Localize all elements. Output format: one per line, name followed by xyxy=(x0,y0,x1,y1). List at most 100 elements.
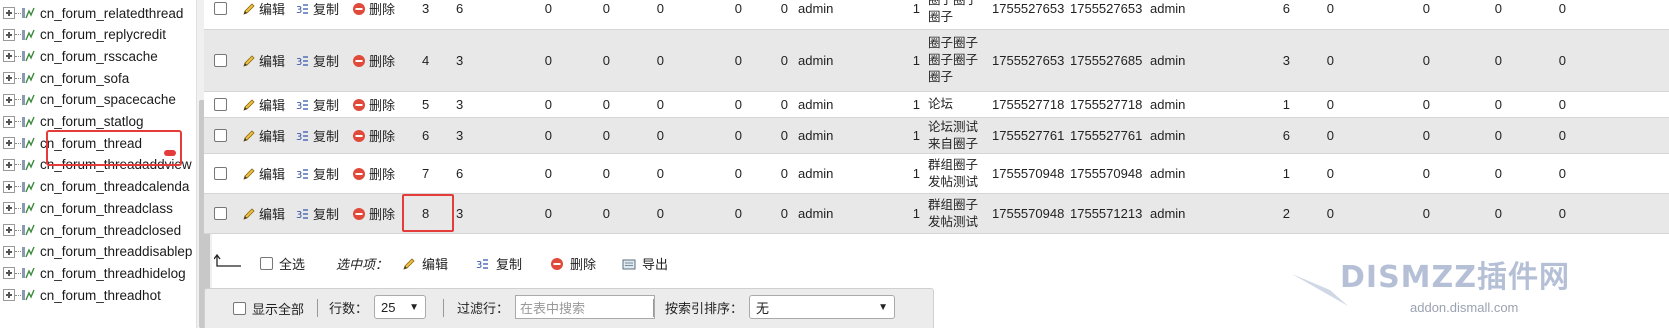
row-checkbox[interactable] xyxy=(214,54,227,67)
edit-button[interactable]: 编辑 xyxy=(242,126,285,145)
expand-icon[interactable] xyxy=(3,28,15,41)
cell-subject: 群组圈子发帖测试 xyxy=(928,197,979,229)
copy-button[interactable]: 3 复制 xyxy=(296,0,339,18)
table-icon xyxy=(22,137,35,149)
cell-c3: 0 xyxy=(656,128,664,143)
cell-c9: 0 xyxy=(1422,128,1430,143)
delete-button[interactable]: 删除 xyxy=(352,164,395,183)
delete-button[interactable]: 删除 xyxy=(352,126,395,145)
nav-tree-item[interactable]: cn_forum_relatedthread xyxy=(0,2,196,24)
row-checkbox[interactable] xyxy=(214,2,227,15)
cell-author: admin xyxy=(798,1,834,16)
show-all-checkbox[interactable] xyxy=(233,302,246,315)
nav-tree-item[interactable]: cn_forum_sofa xyxy=(0,67,196,89)
nav-tree-item[interactable]: cn_forum_threadclosed xyxy=(0,219,196,241)
expand-icon[interactable] xyxy=(3,115,15,128)
expand-icon[interactable] xyxy=(3,93,15,106)
expand-icon[interactable] xyxy=(3,180,15,193)
filter-input[interactable]: 在表中搜索 xyxy=(515,295,656,319)
select-all-checkbox[interactable] xyxy=(260,257,273,270)
delete-button[interactable]: 删除 xyxy=(352,95,395,114)
nav-tree-item[interactable]: cn_forum_threadclass xyxy=(0,197,196,219)
expand-icon[interactable] xyxy=(3,158,15,171)
nav-tree-item[interactable]: cn_forum_threadhot xyxy=(0,284,196,306)
show-all-toggle[interactable]: 显示全部 xyxy=(233,299,304,318)
sort-label: 按索引排序： xyxy=(665,300,744,316)
row-checkbox[interactable] xyxy=(214,167,227,180)
cell-c2: 0 xyxy=(602,206,610,221)
row-checkbox[interactable] xyxy=(214,129,227,142)
nav-tree-item[interactable]: cn_forum_threaddisablep xyxy=(0,241,196,263)
table-icon xyxy=(22,246,35,257)
cell-c4: 0 xyxy=(734,53,742,68)
row-checkbox[interactable] xyxy=(214,207,227,220)
edit-button[interactable]: 编辑 xyxy=(242,0,285,18)
cell-c8: 0 xyxy=(1326,97,1334,112)
cell-c6: 1 xyxy=(912,1,920,16)
cell-c8: 0 xyxy=(1326,206,1334,221)
pencil-icon xyxy=(243,129,255,142)
edit-button[interactable]: 编辑 xyxy=(242,95,285,114)
nav-tree-item[interactable]: cn_forum_replycredit xyxy=(0,24,196,46)
copy-button[interactable]: 3 复制 xyxy=(296,164,339,183)
nav-tree-item[interactable]: cn_forum_threadhidelog xyxy=(0,262,196,284)
expand-icon[interactable] xyxy=(3,202,15,215)
expand-icon[interactable] xyxy=(3,72,15,85)
cell-c3: 0 xyxy=(656,1,664,16)
cell-c7: 1 xyxy=(1282,97,1290,112)
filter-label: 过滤行： xyxy=(457,300,510,316)
cell-dateline: 1755527718 xyxy=(992,97,1065,112)
bulk-export-button[interactable]: 导出 xyxy=(622,254,668,273)
cell-c2: 0 xyxy=(602,53,610,68)
cell-c4: 0 xyxy=(734,206,742,221)
cell-c2: 0 xyxy=(602,1,610,16)
copy-icon: 3 xyxy=(296,130,308,143)
cell-c6: 1 xyxy=(912,166,920,181)
nav-tree-item[interactable]: cn_forum_threadcalenda xyxy=(0,176,196,198)
expand-icon[interactable] xyxy=(3,137,15,150)
expand-icon[interactable] xyxy=(3,289,15,302)
select-all-toggle[interactable]: 全选 xyxy=(260,254,305,273)
nav-tree-label: cn_forum_threadclass xyxy=(40,200,173,216)
bulk-copy-button[interactable]: 3 复制 xyxy=(476,254,522,273)
edit-button[interactable]: 编辑 xyxy=(242,51,285,70)
nav-tree-item[interactable]: cn_forum_spacecache xyxy=(0,89,196,111)
select-all-label: 全选 xyxy=(279,257,306,272)
expand-icon[interactable] xyxy=(3,7,15,19)
delete-button[interactable]: 删除 xyxy=(352,51,395,70)
edit-button[interactable]: 编辑 xyxy=(242,164,285,183)
copy-button[interactable]: 3 复制 xyxy=(296,204,339,223)
chevron-down-icon: ▼ xyxy=(409,301,420,313)
expand-icon[interactable] xyxy=(3,245,15,258)
copy-button[interactable]: 3 复制 xyxy=(296,95,339,114)
nav-tree-label: cn_forum_sofa xyxy=(40,70,130,86)
cell-fid: 3 xyxy=(456,53,464,68)
expand-icon[interactable] xyxy=(3,224,15,236)
edit-button[interactable]: 编辑 xyxy=(242,204,285,223)
divider xyxy=(317,299,318,317)
row-select-cell xyxy=(214,30,227,91)
delete-label: 删除 xyxy=(369,2,396,17)
cell-c8: 0 xyxy=(1326,1,1334,16)
cell-author: admin xyxy=(798,97,834,112)
copy-button[interactable]: 3 复制 xyxy=(296,126,339,145)
copy-icon: 3 xyxy=(296,208,308,221)
rows-select[interactable]: 25 ▼ xyxy=(374,295,427,319)
delete-button[interactable]: 删除 xyxy=(352,204,395,223)
delete-button[interactable]: 删除 xyxy=(352,0,395,18)
cell-c4: 0 xyxy=(734,166,742,181)
bulk-delete-button[interactable]: 删除 xyxy=(550,254,596,273)
sort-select[interactable]: 无 ▼ xyxy=(749,295,896,319)
row-checkbox[interactable] xyxy=(214,98,227,111)
expand-icon[interactable] xyxy=(3,267,15,280)
cell-c6: 1 xyxy=(912,206,920,221)
copy-label: 复制 xyxy=(313,207,340,222)
cell-tid: 5 xyxy=(422,97,430,112)
bulk-edit-button[interactable]: 编辑 xyxy=(402,254,448,273)
nav-tree-label: cn_forum_replycredit xyxy=(40,27,167,43)
nav-tree-item[interactable]: cn_forum_rsscache xyxy=(0,45,196,67)
delete-label: 删除 xyxy=(369,98,396,113)
copy-label: 复制 xyxy=(313,167,340,182)
copy-button[interactable]: 3 复制 xyxy=(296,51,339,70)
expand-icon[interactable] xyxy=(3,50,15,63)
